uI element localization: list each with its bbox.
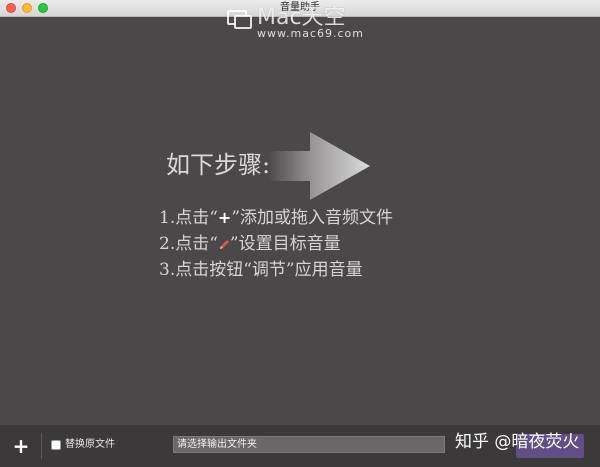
step-set-volume: 2.点击“ ”设置目标音量 [159,231,393,257]
replace-original-label[interactable]: 替换原文件 [65,438,115,452]
monitor-logo-icon [227,10,252,29]
instructions-heading: 如下步骤: [166,151,271,179]
step2-prefix: 2.点击“ [159,234,218,254]
instructions-list: 1.点击“+”添加或拖入音频文件 2.点击“ ”设置目标音量 3.点击按钮“调节”… [159,205,393,283]
add-file-button[interactable]: + [12,436,30,456]
pencil-icon [219,239,229,249]
step2-suffix: ”设置目标音量 [229,234,341,254]
output-folder-field[interactable]: 请选择输出文件夹 [173,436,445,453]
watermark: Mac天空 www.mac69.com [227,4,387,40]
toolbar-divider [41,433,42,459]
bottom-toolbar: + 替换原文件 请选择输出文件夹 知乎 @暗夜荧火 [0,425,600,467]
plus-icon: + [217,208,232,227]
step-add-files: 1.点击“+”添加或拖入音频文件 [159,205,393,231]
replace-original-checkbox[interactable] [51,440,61,450]
zhihu-watermark: 知乎 @暗夜荧火 [455,432,580,452]
step-apply: 3.点击按钮“调节”应用音量 [159,260,363,280]
step1-prefix: 1.点击“ [159,208,218,228]
watermark-url: www.mac69.com [257,27,364,40]
app-window: 音量助手 Mac天空 www.mac69.com 如下步骤: 1.点击“+”添加… [0,0,600,467]
step1-suffix: ”添加或拖入音频文件 [231,208,394,228]
right-arrow-icon [268,132,370,200]
